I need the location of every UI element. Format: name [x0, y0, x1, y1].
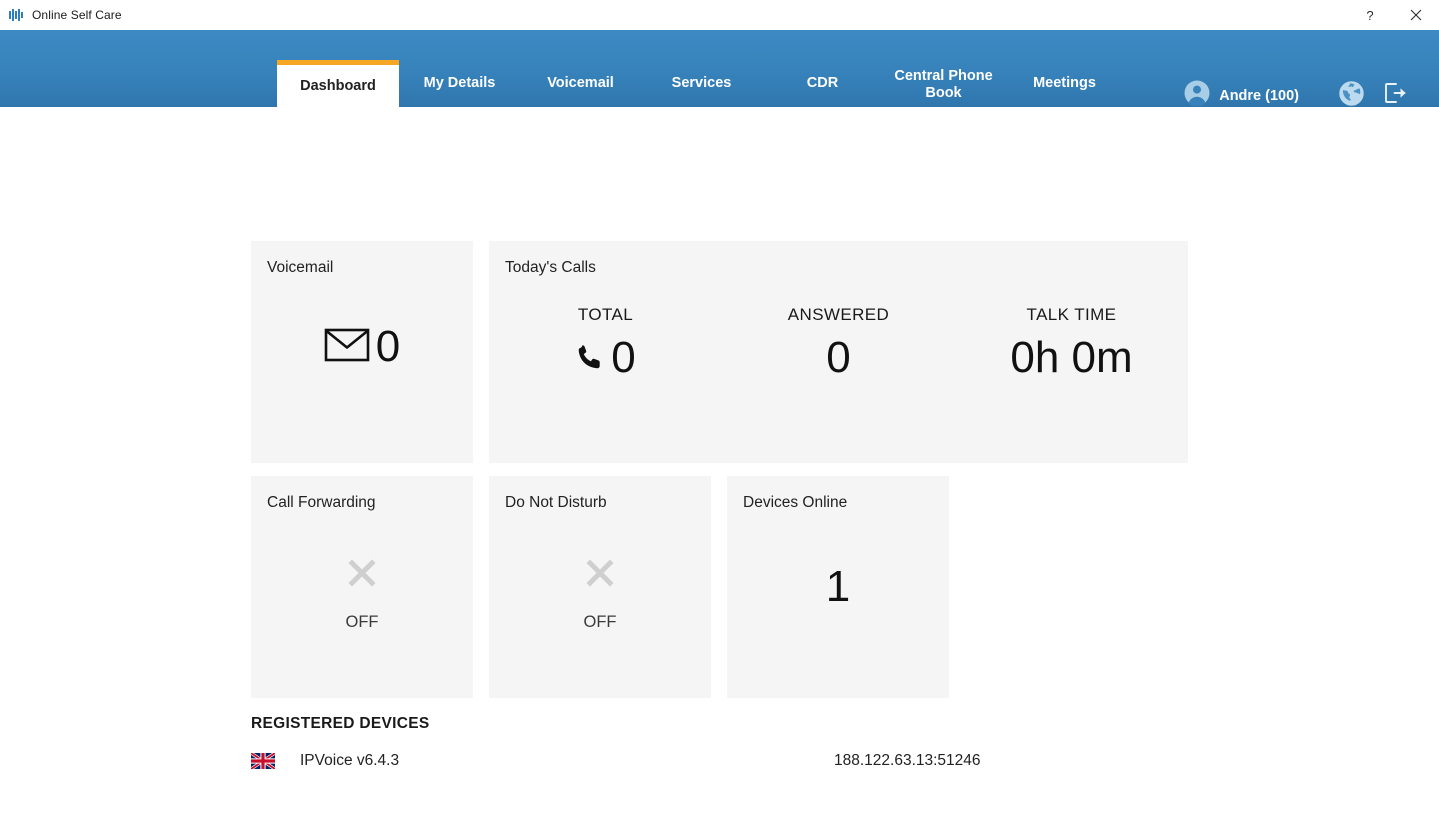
help-button[interactable]: ? [1347, 0, 1393, 30]
tab-central-phone-book[interactable]: Central Phone Book [883, 60, 1004, 107]
registered-device-address: 188.122.63.13:51246 [834, 752, 981, 769]
tab-voicemail[interactable]: Voicemail [520, 60, 641, 107]
card-voicemail[interactable]: Voicemail 0 [251, 241, 473, 463]
registered-devices-section: REGISTERED DEVICES IPVoice v6.4.3 188.12… [251, 715, 1011, 770]
window-controls: ? [1347, 0, 1439, 30]
tab-my-details-label: My Details [423, 75, 496, 91]
todays-calls-stats: TOTAL 0 ANSWERED 0 TALK TIME 0h 0m [489, 305, 1188, 381]
tab-my-details[interactable]: My Details [399, 60, 520, 107]
card-todays-calls[interactable]: Today's Calls TOTAL 0 ANSWERED 0 TALK TI… [489, 241, 1188, 463]
card-do-not-disturb-state: OFF [583, 613, 617, 631]
uk-flag-icon [251, 753, 275, 769]
tab-central-phone-book-label: Central Phone Book [894, 68, 993, 101]
main-navbar: Dashboard My Details Voicemail Services … [0, 30, 1439, 107]
stat-total-value: 0 [611, 333, 636, 382]
tab-meetings-label: Meetings [1033, 75, 1096, 91]
tab-meetings[interactable]: Meetings [1004, 60, 1125, 107]
stat-talk-time-value: 0h 0m [1010, 333, 1133, 382]
card-devices-online-title: Devices Online [743, 494, 848, 511]
user-name-label: Andre (100) [1219, 87, 1299, 104]
stat-answered-label: ANSWERED [787, 305, 890, 324]
stat-total: TOTAL 0 [489, 305, 722, 381]
stat-total-value-wrap: 0 [489, 335, 722, 381]
card-call-forwarding-state: OFF [345, 613, 379, 631]
card-voicemail-count: 0 [375, 322, 401, 371]
card-todays-calls-title: Today's Calls [505, 259, 596, 276]
card-devices-online[interactable]: Devices Online 1 [727, 476, 949, 698]
close-button[interactable] [1393, 0, 1439, 30]
registered-device-row[interactable]: IPVoice v6.4.3 188.122.63.13:51246 [251, 752, 1011, 770]
card-do-not-disturb-body: OFF [489, 556, 711, 632]
language-button[interactable] [1329, 80, 1373, 111]
tab-services-label: Services [671, 75, 732, 91]
card-call-forwarding[interactable]: Call Forwarding OFF [251, 476, 473, 698]
tab-dashboard[interactable]: Dashboard [277, 60, 399, 107]
stat-answered-value: 0 [826, 333, 851, 382]
titlebar-left: Online Self Care [8, 7, 122, 23]
tab-dashboard-label: Dashboard [300, 77, 376, 94]
close-icon [1410, 9, 1422, 21]
registered-device-name: IPVoice v6.4.3 [300, 752, 400, 769]
tab-voicemail-label: Voicemail [547, 75, 614, 91]
registered-devices-heading: REGISTERED DEVICES [251, 715, 430, 732]
x-mark-icon [251, 556, 473, 595]
stat-answered: ANSWERED 0 [722, 305, 955, 381]
tab-cdr-label: CDR [806, 75, 839, 91]
card-voicemail-title: Voicemail [267, 259, 334, 276]
card-call-forwarding-title: Call Forwarding [267, 494, 376, 511]
stat-total-label: TOTAL [577, 305, 634, 324]
window-titlebar: Online Self Care ? [0, 0, 1439, 30]
dashboard-content: Voicemail 0 Today's Calls TOTAL 0 ANSWER… [0, 107, 1439, 826]
app-bars-icon [8, 7, 24, 23]
card-do-not-disturb[interactable]: Do Not Disturb OFF [489, 476, 711, 698]
card-voicemail-body: 0 [251, 325, 473, 369]
window-title: Online Self Care [32, 8, 122, 22]
phone-icon [575, 335, 605, 381]
globe-icon [1338, 80, 1364, 111]
x-mark-icon [489, 556, 711, 595]
stat-talk-time: TALK TIME 0h 0m [955, 305, 1188, 381]
card-do-not-disturb-title: Do Not Disturb [505, 494, 607, 511]
nav-tab-list: Dashboard My Details Voicemail Services … [277, 30, 1125, 107]
stat-talk-time-label: TALK TIME [1026, 305, 1117, 324]
envelope-icon [324, 328, 370, 367]
card-devices-online-count: 1 [825, 562, 851, 611]
tab-cdr[interactable]: CDR [762, 60, 883, 107]
card-call-forwarding-body: OFF [251, 556, 473, 632]
tab-services[interactable]: Services [641, 60, 762, 107]
